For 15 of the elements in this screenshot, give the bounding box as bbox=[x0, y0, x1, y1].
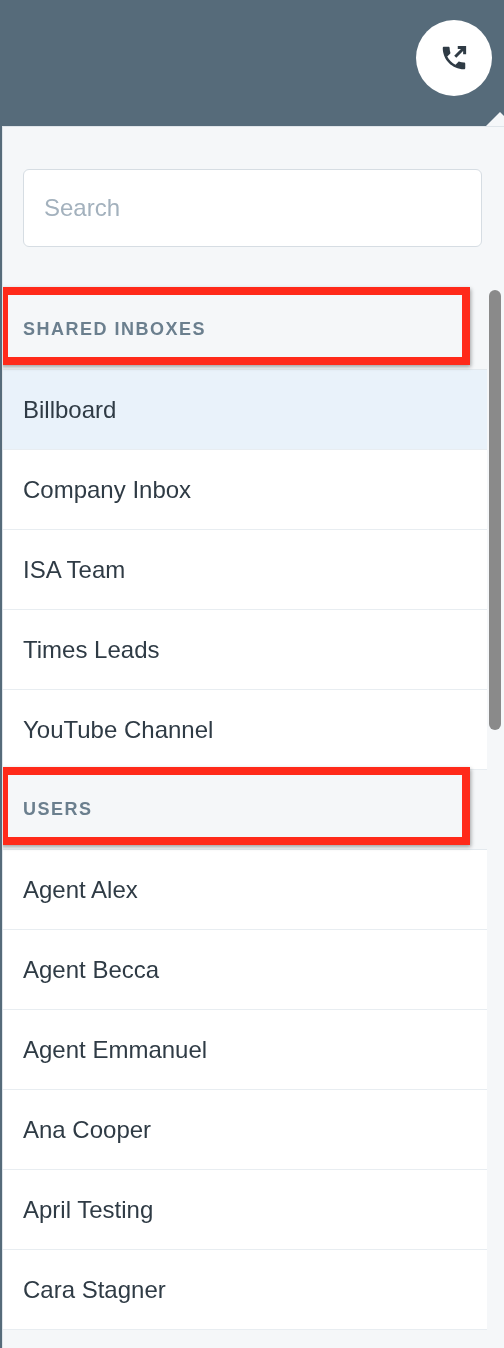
list-item[interactable]: Agent Emmanuel bbox=[3, 1010, 488, 1090]
list-item[interactable]: Ana Cooper bbox=[3, 1090, 488, 1170]
section-title: SHARED INBOXES bbox=[23, 319, 207, 340]
section-title: USERS bbox=[23, 799, 93, 820]
list-item[interactable]: Times Leads bbox=[3, 610, 488, 690]
list-item[interactable]: Billboard bbox=[3, 370, 488, 450]
list-item[interactable]: Cara Stagner bbox=[3, 1250, 488, 1330]
list-item[interactable]: Agent Becca bbox=[3, 930, 488, 1010]
search-field[interactable]: Search bbox=[23, 169, 482, 247]
list-item[interactable]: YouTube Channel bbox=[3, 690, 488, 770]
list-item[interactable]: Company Inbox bbox=[3, 450, 488, 530]
list-item[interactable]: ISA Team bbox=[3, 530, 488, 610]
list-item[interactable]: Agent Alex bbox=[3, 850, 488, 930]
scrollbar-thumb[interactable] bbox=[489, 290, 502, 730]
list-item[interactable]: April Testing bbox=[3, 1170, 488, 1250]
